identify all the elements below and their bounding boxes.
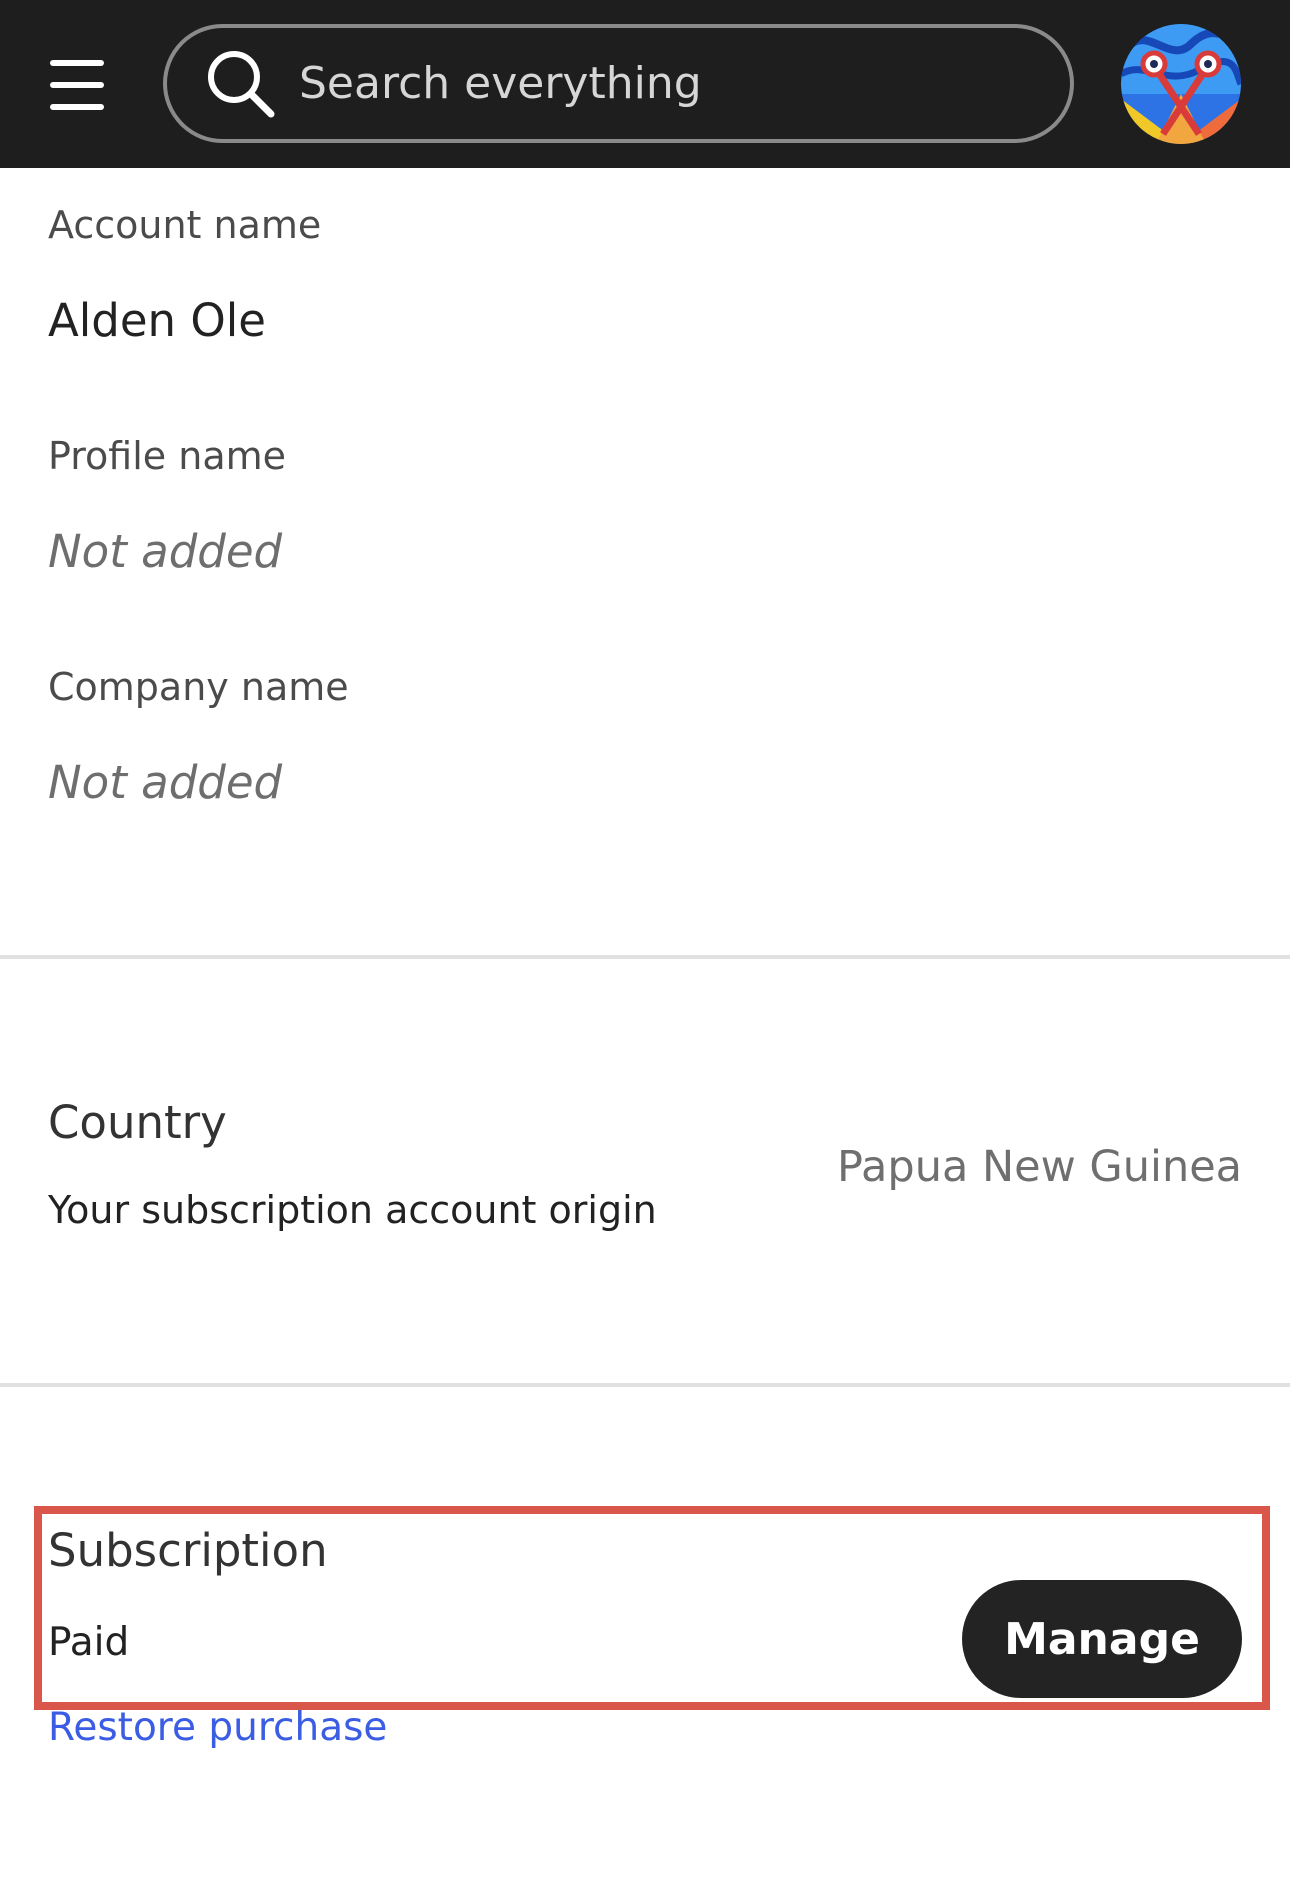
search-icon <box>208 50 275 117</box>
avatar[interactable] <box>1121 24 1241 144</box>
subscription-title: Subscription <box>48 1524 328 1577</box>
company-name-label: Company name <box>48 665 349 709</box>
search-bar[interactable] <box>163 24 1074 143</box>
country-value: Papua New Guinea <box>837 1142 1242 1192</box>
section-divider <box>0 955 1290 959</box>
top-bar <box>0 0 1290 168</box>
company-name-value: Not added <box>48 756 283 809</box>
restore-purchase-link[interactable]: Restore purchase <box>48 1705 387 1750</box>
country-subtitle: Your subscription account origin <box>48 1188 657 1232</box>
account-name-label: Account name <box>48 203 322 247</box>
section-divider <box>0 1383 1290 1387</box>
profile-name-value: Not added <box>48 525 283 578</box>
search-input[interactable] <box>299 58 1059 109</box>
subscription-status: Paid <box>48 1620 130 1665</box>
account-name-value: Alden Ole <box>48 294 266 347</box>
profile-name-label: Profile name <box>48 434 287 478</box>
hamburger-menu-icon[interactable] <box>50 60 108 110</box>
manage-button[interactable]: Manage <box>962 1580 1242 1698</box>
country-title: Country <box>48 1096 227 1149</box>
